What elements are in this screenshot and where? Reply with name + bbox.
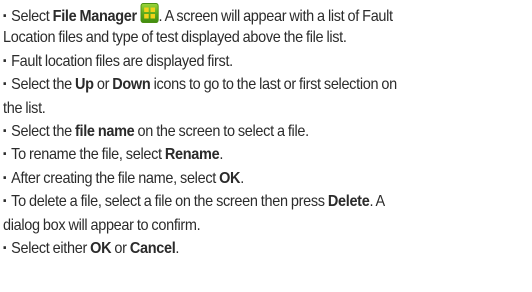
item-text-after: on the screen to select a file.: [134, 122, 310, 140]
item-text: After creating the file name, select: [11, 169, 220, 187]
instruction-list: ▪ Select File Manager . A screen will appe…: [3, 3, 529, 260]
list-item-file-manager: ▪ Select File Manager . A screen will appe…: [3, 3, 479, 26]
item-text: To delete a file, select a file on the s…: [11, 193, 328, 211]
item-text-continuation: dialog box will appear to confirm.: [3, 216, 201, 234]
item-text-after: .: [219, 146, 224, 164]
bullet-marker: ▪: [3, 171, 7, 184]
item-text-continuation: Location files and type of test displaye…: [3, 29, 347, 47]
item-text-mid: or: [93, 76, 113, 94]
item-bold-text: file name: [75, 122, 135, 140]
item-bold-text-2: Cancel: [129, 239, 176, 257]
item-text-after: . A screen will appear with a list of Fa…: [158, 8, 394, 25]
list-item-up-down: ▪ Select the Up or Down icons to go to th…: [3, 73, 479, 96]
list-item-select-file: ▪ Select the file name on the screen to s…: [3, 120, 479, 143]
item-bold-text: OK: [219, 169, 241, 187]
item-text-after: . A: [369, 193, 385, 211]
item-text: Select the: [11, 76, 76, 94]
list-item-continuation: Location files and type of test displaye…: [3, 26, 479, 49]
bullet-marker: ▪: [3, 148, 7, 161]
item-text: Fault location files are displayed first…: [11, 52, 233, 70]
item-bold-text: Rename: [164, 146, 220, 164]
bullet-marker: ▪: [3, 78, 7, 91]
item-bold-text-2: Down: [112, 76, 151, 94]
item-text-mid: or: [111, 239, 130, 257]
list-item-rename: ▪ To rename the file, select Rename.: [3, 143, 479, 166]
item-text: To rename the file, select: [11, 146, 165, 164]
bullet-marker: ▪: [3, 195, 7, 208]
list-item-fault-location: ▪ Fault location files are displayed firs…: [3, 50, 479, 73]
item-text-after: .: [175, 239, 180, 257]
bullet-marker: ▪: [3, 10, 7, 22]
bullet-marker: ▪: [3, 54, 7, 67]
item-bold-text: Delete: [327, 193, 370, 211]
bullet-marker: ▪: [3, 241, 7, 254]
item-text-after: icons to go to the last or first selecti…: [150, 76, 398, 94]
item-text-after: .: [240, 169, 244, 187]
item-bold-text: OK: [90, 239, 112, 257]
item-bold-text: File Manager: [52, 8, 137, 25]
list-item-continuation: dialog box will appear to confirm.: [3, 214, 479, 237]
item-text-continuation: the list.: [3, 99, 46, 117]
item-text: Select: [11, 8, 53, 25]
list-item-confirm: ▪ Select either OK or Cancel.: [3, 237, 479, 260]
bullet-marker: ▪: [3, 124, 7, 137]
list-item-ok: ▪ After creating the file name, select OK…: [3, 167, 479, 190]
file-manager-icon: [140, 3, 159, 23]
item-text: Select either: [11, 239, 91, 257]
item-text: Select the: [11, 122, 76, 140]
item-bold-text: Up: [75, 76, 94, 94]
list-item-continuation: the list.: [3, 97, 479, 120]
list-item-delete: ▪ To delete a file, select a file on the …: [3, 190, 479, 213]
